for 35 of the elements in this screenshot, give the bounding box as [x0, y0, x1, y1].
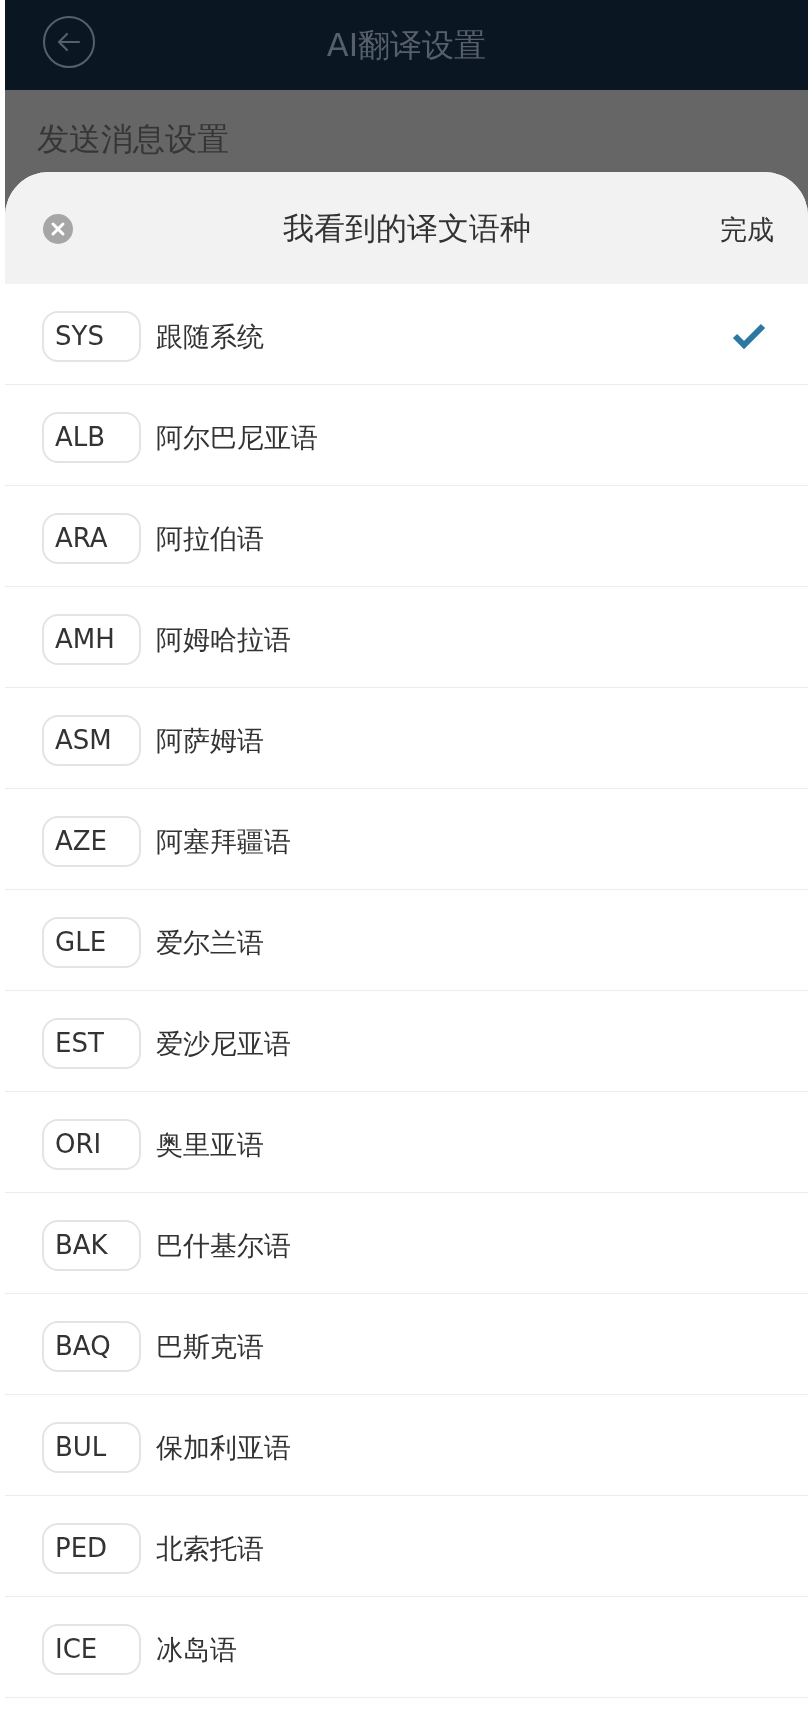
close-icon [43, 214, 73, 244]
page-title: AI翻译设置 [326, 29, 487, 61]
language-name: 冰岛语 [156, 1635, 237, 1663]
language-name: 阿拉伯语 [156, 524, 264, 552]
language-code-tag: SYS [42, 310, 141, 362]
language-name: 阿萨姆语 [156, 726, 264, 754]
close-button[interactable] [43, 214, 73, 244]
language-code-tag: ARA [42, 512, 141, 564]
language-code-tag: GLE [42, 916, 141, 968]
language-name: 阿塞拜疆语 [156, 827, 291, 855]
language-name: 巴斯克语 [156, 1332, 264, 1360]
language-code-tag: ORI [42, 1118, 141, 1170]
language-name: 跟随系统 [156, 322, 264, 350]
back-button[interactable] [43, 16, 95, 68]
done-button[interactable]: 完成 [720, 216, 774, 243]
sheet-title: 我看到的译文语种 [282, 212, 531, 244]
language-name: 北索托语 [156, 1534, 264, 1562]
language-code-tag: BAQ [42, 1320, 141, 1372]
language-name: 爱沙尼亚语 [156, 1029, 291, 1057]
language-code-tag: BUL [42, 1421, 141, 1473]
language-name: 阿姆哈拉语 [156, 625, 291, 653]
language-name: 奥里亚语 [156, 1130, 264, 1158]
language-name: 阿尔巴尼亚语 [156, 423, 318, 451]
language-code-tag: ALB [42, 411, 141, 463]
back-arrow-icon [57, 32, 81, 52]
language-name: 爱尔兰语 [156, 928, 264, 956]
language-code-tag: AMH [42, 613, 141, 665]
language-code-tag: PED [42, 1522, 141, 1574]
language-name: 巴什基尔语 [156, 1231, 291, 1259]
language-code-tag: ICE [42, 1623, 141, 1675]
language-code-tag: EST [42, 1017, 141, 1069]
language-code-tag: BAK [42, 1219, 141, 1271]
language-code-tag: AZE [42, 815, 141, 867]
language-code-tag: ASM [42, 714, 141, 766]
language-name: 保加利亚语 [156, 1433, 291, 1461]
